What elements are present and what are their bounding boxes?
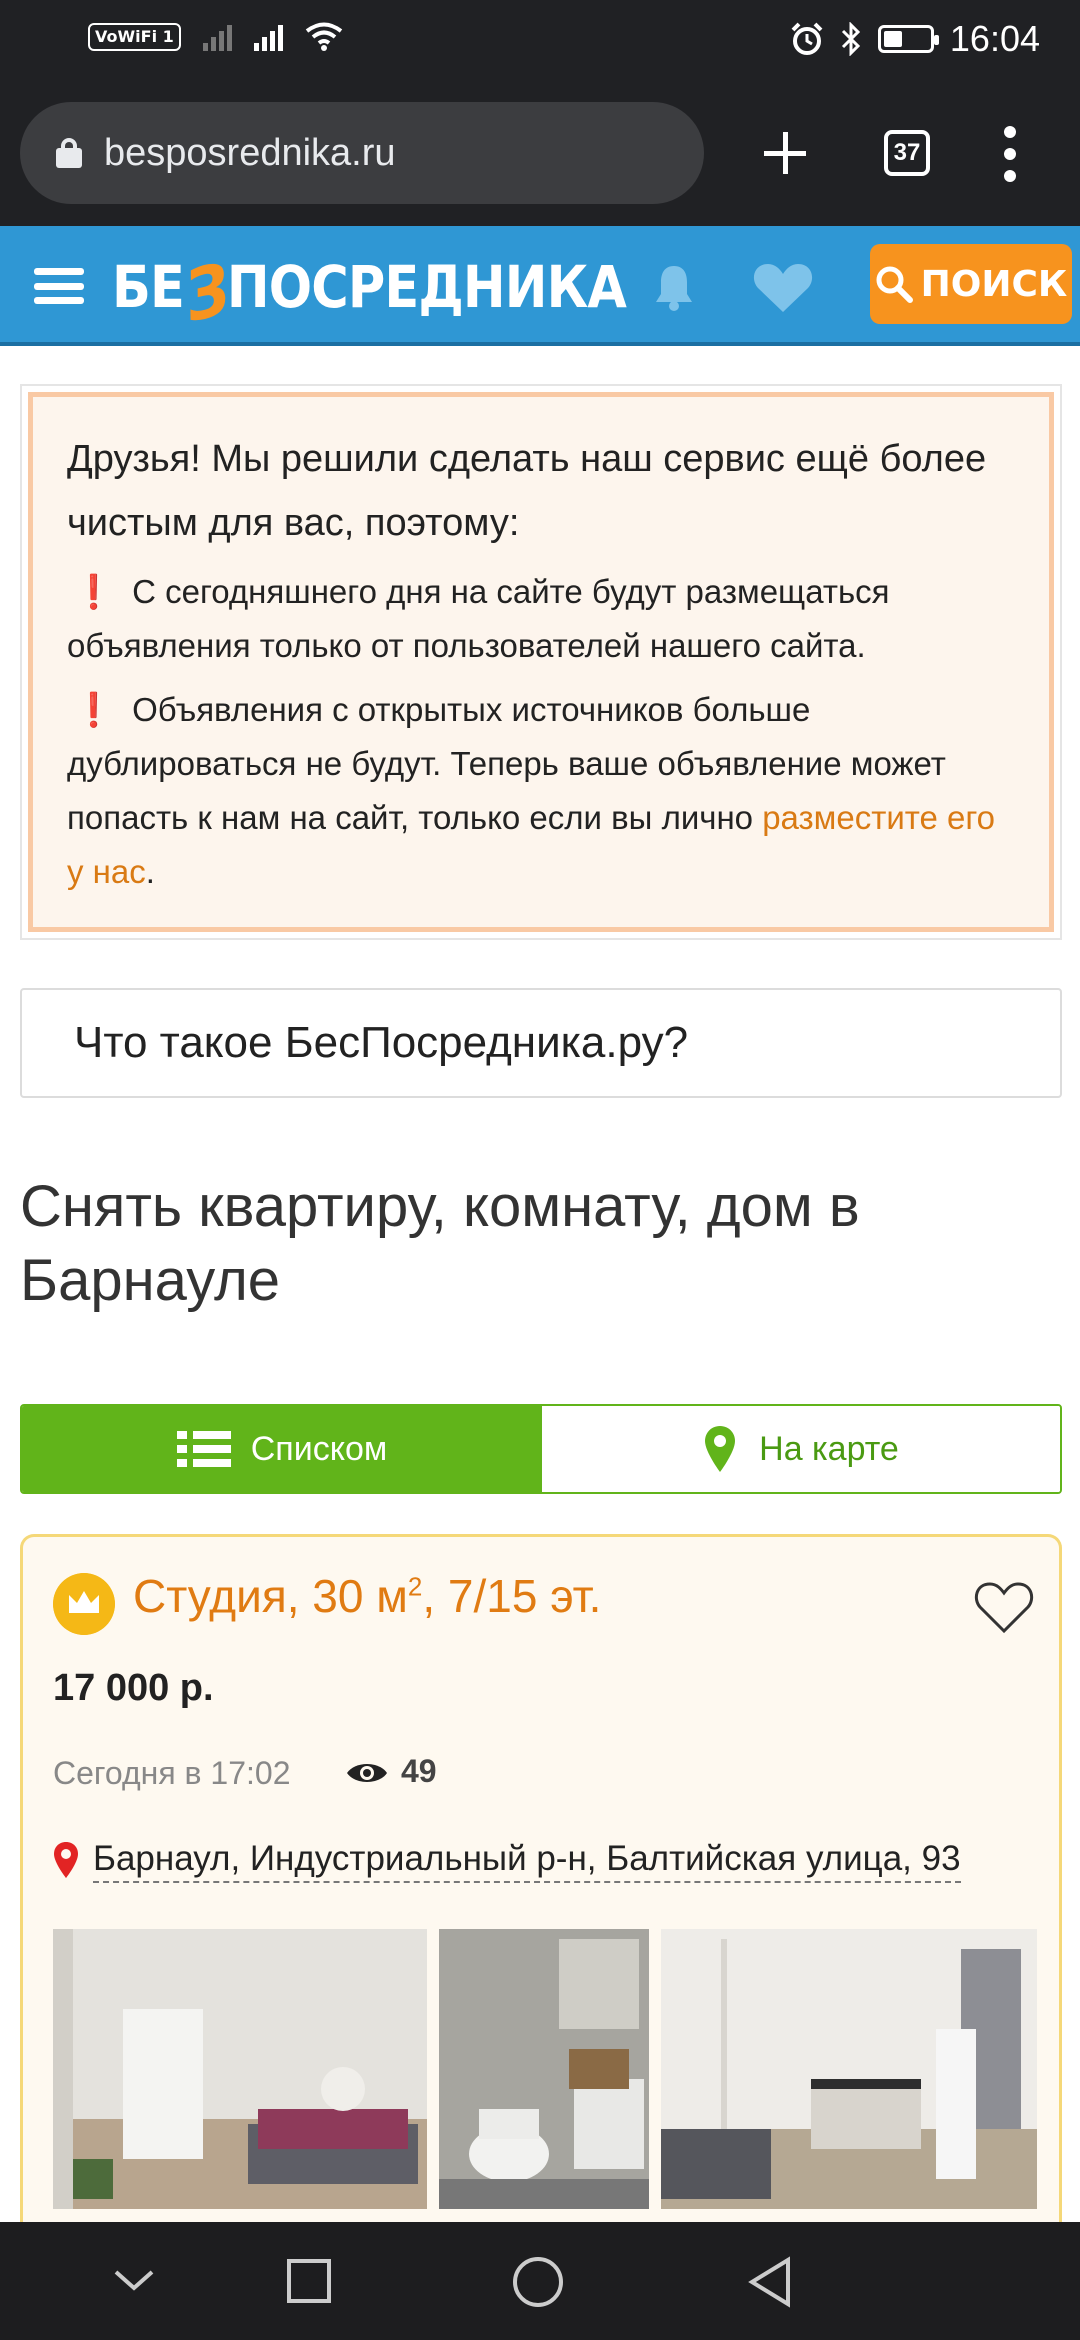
kitchen-photo[interactable] [661, 1929, 1037, 2209]
clock: 16:04 [949, 18, 1040, 59]
announcement-inner: Друзья! Мы решили сделать наш сервис ещё… [28, 392, 1054, 932]
listing-address[interactable]: Барнаул, Индустриальный р-н, Балтийская … [93, 1837, 961, 1883]
signal-icon-sim2 [202, 23, 232, 51]
address-bar[interactable]: besposrednika.ru [20, 102, 704, 204]
map-view-button[interactable]: На карте [542, 1406, 1060, 1492]
status-right: 16:04 [790, 18, 1040, 60]
listing-date: Сегодня в 17:02 [53, 1755, 291, 1791]
search-icon [876, 266, 913, 303]
list-view-button[interactable]: Списком [22, 1406, 542, 1492]
listing-card[interactable]: Студия, 30 м2, 7/15 эт. 17 000 р. Сегодн… [20, 1534, 1062, 2294]
back-triangle-icon[interactable] [746, 2256, 792, 2308]
bell-icon[interactable] [652, 262, 696, 312]
url-text: besposrednika.ru [104, 131, 396, 174]
status-bar: VoWiFi 1 16:04 [0, 0, 1080, 80]
listing-title[interactable]: Студия, 30 м2, 7/15 эт. [133, 1569, 601, 1623]
recent-apps-square-icon[interactable] [286, 2258, 332, 2304]
battery-icon [877, 25, 939, 53]
system-navigation-bar [0, 2222, 1080, 2340]
site-header: БЕЗПОСРЕДНИКА ПОИСК [0, 226, 1080, 346]
new-tab-button[interactable] [756, 124, 814, 182]
bluetooth-icon [841, 22, 861, 56]
lock-icon [56, 138, 82, 168]
favorites-heart-icon[interactable] [752, 262, 814, 314]
what-is-accordion[interactable]: Что такое БесПосредника.ру? [20, 988, 1062, 1098]
home-circle-icon[interactable] [512, 2256, 564, 2308]
crown-icon [53, 1573, 115, 1635]
views-count: 49 [401, 1753, 437, 1789]
view-toggle: Списком На карте [20, 1404, 1062, 1494]
location-pin-icon [54, 1842, 78, 1878]
tab-switcher-button[interactable]: 37 [884, 130, 930, 176]
bathroom-photo[interactable] [439, 1929, 649, 2209]
browser-menu-button[interactable] [1000, 126, 1020, 182]
hamburger-menu-icon[interactable] [34, 268, 84, 304]
vowifi-icon: VoWiFi 1 [88, 23, 181, 51]
announcement-item: ❗ С сегодняшнего дня на сайте будут разме… [67, 573, 890, 664]
announcement-title: Друзья! Мы решили сделать наш сервис ещё… [67, 438, 987, 544]
site-logo[interactable]: БЕЗПОСРЕДНИКА [112, 248, 627, 338]
status-left: VoWiFi 1 [88, 22, 343, 52]
hide-keyboard-chevron-icon[interactable] [112, 2266, 156, 2294]
exclamation-icon: ❗ [73, 691, 115, 728]
browser-toolbar: besposrednika.ru 37 [0, 80, 1080, 226]
page-title: Снять квартиру, комнату, дом в Барнауле [20, 1174, 860, 1313]
search-button[interactable]: ПОИСК [870, 244, 1072, 324]
announcement-box: Друзья! Мы решили сделать наш сервис ещё… [20, 384, 1062, 940]
favorite-heart-icon[interactable] [973, 1579, 1035, 1635]
eye-icon [347, 1764, 387, 1782]
list-icon [176, 1431, 231, 1467]
wifi-icon [305, 22, 342, 51]
map-pin-icon [705, 1426, 736, 1472]
signal-icon-sim1 [253, 23, 283, 51]
alarm-icon [791, 22, 823, 55]
announcement-item: ❗ Объявления с открытых источников больше… [67, 691, 996, 890]
exclamation-icon: ❗ [73, 573, 115, 610]
listing-price: 17 000 р. [53, 1667, 214, 1709]
living-room-photo[interactable] [53, 1929, 427, 2209]
photo-gallery[interactable] [53, 1929, 1037, 2209]
